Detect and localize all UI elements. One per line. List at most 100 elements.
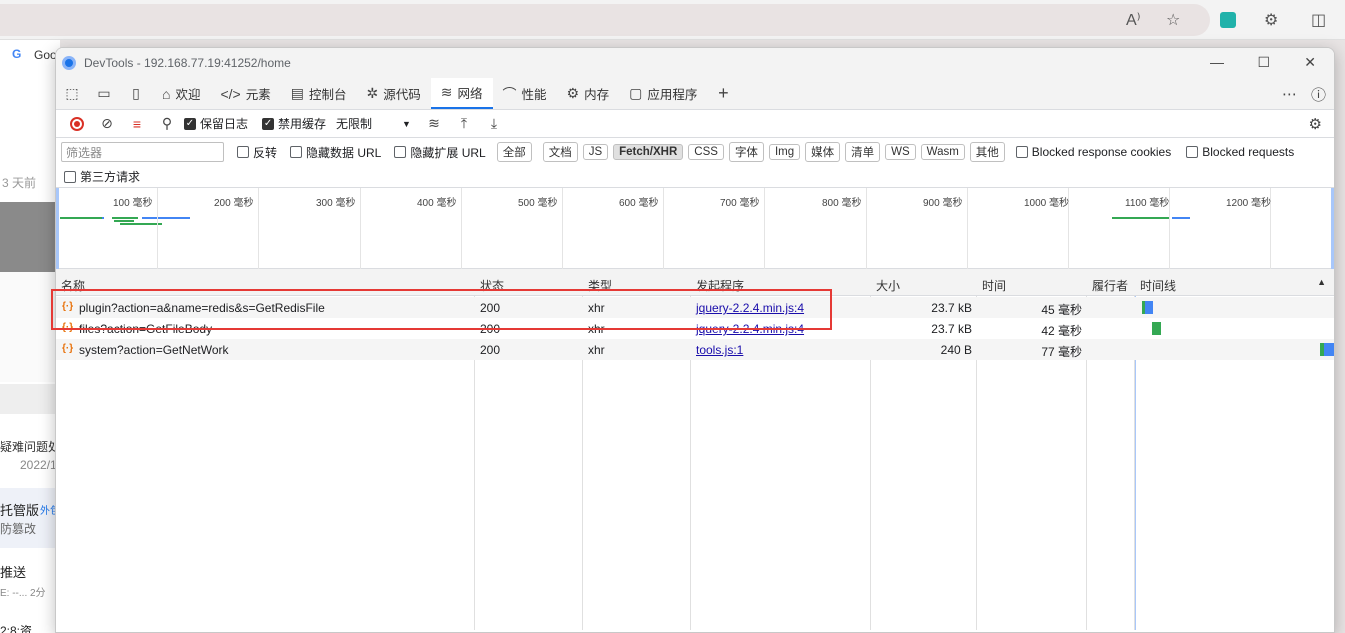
- hide-data-urls-checkbox[interactable]: 隐藏数据 URL: [290, 144, 381, 161]
- filter-chip-js[interactable]: JS: [582, 144, 609, 160]
- highlight-box: [51, 289, 832, 330]
- address-bar[interactable]: [0, 4, 1210, 36]
- search-icon[interactable]: ⚲: [154, 112, 180, 136]
- favorite-star-icon[interactable]: ☆: [1166, 10, 1180, 30]
- device-toolbar-icon[interactable]: ▭: [88, 78, 120, 109]
- checkbox-box: [290, 146, 303, 158]
- bottom-text: 2:8:资: [0, 624, 33, 633]
- tab-label: 欢迎: [175, 88, 201, 102]
- overview-left-handle[interactable]: [56, 188, 59, 269]
- overview-tick-label: 1000 毫秒: [1024, 198, 1070, 209]
- panel-tabs: ⬚ ▭ ▯ ⌂ 欢迎 </> 元素 ▤ 控制台 ✲ 源代码 ≋ 网络 ⌒ 性能 ⚙ 内存 ▢ 应…: [56, 78, 1334, 110]
- dock-icon[interactable]: ▯: [120, 78, 152, 109]
- hide-ext-urls-checkbox[interactable]: 隐藏扩展 URL: [394, 144, 486, 161]
- tab-sources[interactable]: ✲ 源代码: [357, 78, 431, 109]
- filter-chip-all[interactable]: 全部: [496, 142, 532, 162]
- snippet: 疑难问题处: [0, 440, 58, 454]
- disable-cache-checkbox[interactable]: ✓ 禁用缓存: [262, 115, 326, 132]
- overview-gridline: [157, 188, 158, 269]
- thumbnail: [0, 202, 58, 272]
- overview-bar: [112, 217, 138, 219]
- date: 2022/1: [20, 458, 57, 472]
- read-aloud-icon[interactable]: A⁾: [1126, 10, 1141, 30]
- filter-chip-css[interactable]: CSS: [688, 144, 724, 160]
- filter-chip-font[interactable]: 字体: [728, 142, 764, 162]
- puzzle-icon[interactable]: ⚙: [1264, 10, 1278, 30]
- hosting-title: 托管版: [0, 503, 40, 518]
- blocked-requests-checkbox[interactable]: Blocked requests: [1186, 145, 1294, 159]
- overview-gridline: [461, 188, 462, 269]
- close-icon[interactable]: ✕: [1304, 54, 1316, 71]
- window-title: DevTools - 192.168.77.19:41252/home: [84, 56, 291, 70]
- export-icon[interactable]: ⤓: [481, 112, 507, 136]
- record-button[interactable]: [64, 112, 90, 136]
- overview-bar: [120, 223, 162, 225]
- tab-performance[interactable]: ⌒ 性能: [493, 78, 557, 109]
- filter-chip-wasm[interactable]: Wasm: [920, 144, 965, 160]
- checkbox-label: 保留日志: [200, 117, 249, 131]
- filter-input[interactable]: 筛选器: [61, 142, 224, 162]
- overview-tick-label: 800 毫秒: [822, 198, 862, 209]
- third-party-checkbox[interactable]: 第三方请求: [64, 168, 140, 185]
- title-bar: DevTools - 192.168.77.19:41252/home — ☐ …: [56, 48, 1334, 78]
- checkbox-label: 反转: [253, 145, 278, 160]
- tab-label: 性能: [521, 88, 547, 102]
- network-conditions-icon[interactable]: ≋: [421, 112, 447, 136]
- request-size: 240 B: [940, 343, 972, 357]
- request-time: 42 毫秒: [1041, 324, 1082, 338]
- tab-elements[interactable]: </> 元素: [210, 78, 280, 109]
- filter-chip-fetch-xhr[interactable]: Fetch/XHR: [613, 144, 684, 160]
- browser-toolbar: A⁾ ☆ ⚙ ◫: [0, 0, 1345, 40]
- more-icon[interactable]: ⋯: [1282, 85, 1297, 103]
- tab-network[interactable]: ≋ 网络: [430, 78, 493, 109]
- add-tab-icon[interactable]: +: [707, 78, 739, 109]
- record-icon: [70, 116, 84, 131]
- bookmark-label[interactable]: Goo: [34, 48, 57, 62]
- tab-application[interactable]: ▢ 应用程序: [619, 78, 707, 109]
- tab-label: 内存: [584, 88, 610, 102]
- help-icon[interactable]: ⓘ: [1311, 84, 1326, 105]
- overview-bar: [1172, 217, 1190, 219]
- devtools-logo-icon: [62, 56, 76, 70]
- filter-chip-img[interactable]: Img: [768, 144, 801, 160]
- performance-icon: ⌒: [502, 85, 517, 102]
- preserve-log-checkbox[interactable]: ✓ 保留日志: [184, 115, 248, 132]
- table-row[interactable]: {·} system?action=GetNetWork 200 xhr too…: [56, 339, 1334, 360]
- filter-chip-ws[interactable]: WS: [885, 144, 916, 160]
- checkbox-box: ✓: [184, 117, 196, 130]
- overview-tick-label: 200 毫秒: [214, 198, 254, 209]
- sort-asc-icon[interactable]: ▲: [1317, 277, 1326, 287]
- tab-memory[interactable]: ⚙ 内存: [557, 78, 620, 109]
- clear-icon[interactable]: ⊘: [94, 112, 120, 136]
- initiator-link[interactable]: tools.js:1: [696, 343, 743, 357]
- filter-chip-other[interactable]: 其他: [969, 142, 1005, 162]
- split-screen-icon[interactable]: ◫: [1311, 10, 1326, 30]
- settings-gear-icon[interactable]: ⚙: [1309, 115, 1322, 133]
- tab-console[interactable]: ▤ 控制台: [281, 78, 357, 109]
- filter-chip-doc[interactable]: 文档: [542, 142, 578, 162]
- filter-chip-manifest[interactable]: 清单: [845, 142, 881, 162]
- col-time-header[interactable]: 时间: [982, 277, 1006, 294]
- overview-right-handle[interactable]: [1331, 188, 1334, 269]
- filter-toggle-icon[interactable]: ≡: [124, 112, 150, 136]
- filter-chip-media[interactable]: 媒体: [805, 142, 841, 162]
- minimize-icon[interactable]: —: [1210, 54, 1224, 70]
- extension-icon[interactable]: [1220, 12, 1236, 28]
- inspect-icon[interactable]: ⬚: [56, 78, 88, 109]
- maximize-icon[interactable]: ☐: [1257, 54, 1270, 71]
- import-icon[interactable]: ⤒: [451, 112, 477, 136]
- tab-welcome[interactable]: ⌂ 欢迎: [152, 78, 210, 109]
- col-waterfall-header[interactable]: 时间线: [1140, 277, 1176, 294]
- network-overview[interactable]: 100 毫秒 200 毫秒 300 毫秒 400 毫秒 500 毫秒 600 毫秒 700 …: [56, 188, 1334, 269]
- col-size-header[interactable]: 大小: [876, 277, 900, 294]
- request-status: 200: [480, 343, 501, 357]
- checkbox-box: [1015, 146, 1028, 158]
- thumbnail-text: [0, 272, 58, 382]
- col-fulfilled-header[interactable]: 履行者: [1092, 277, 1128, 294]
- request-time: 45 毫秒: [1041, 303, 1082, 317]
- blocked-cookies-checkbox[interactable]: Blocked response cookies: [1015, 145, 1171, 159]
- overview-gridline: [258, 188, 259, 269]
- throttle-select[interactable]: 无限制 ▼: [330, 113, 417, 135]
- invert-checkbox[interactable]: 反转: [237, 144, 277, 161]
- chevron-down-icon: ▼: [402, 118, 411, 129]
